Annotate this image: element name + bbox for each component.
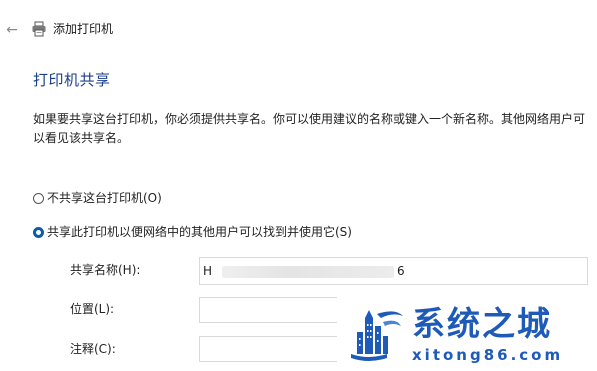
- watermark-title: 系统之城: [412, 304, 552, 343]
- radio-button[interactable]: [33, 192, 44, 204]
- location-input[interactable]: [199, 297, 337, 323]
- comment-label: 注释(C):: [70, 342, 116, 356]
- comment-input[interactable]: [199, 336, 337, 362]
- redacted-blur: [222, 266, 394, 278]
- add-printer-dialog: ← 添加打印机 打印机共享 如果要共享这台打印机，你必须提供共享名。你可以使用建…: [0, 0, 597, 371]
- page-heading: 打印机共享: [33, 71, 111, 89]
- share-name-value-end: 6: [397, 264, 405, 278]
- printer-icon: [32, 21, 46, 37]
- arrow-left-icon[interactable]: ←: [4, 22, 20, 38]
- radio-button-selected[interactable]: [33, 226, 44, 238]
- description-text: 如果要共享这台打印机，你必须提供共享名。你可以使用建议的名称或键入一个新名称。其…: [33, 112, 586, 145]
- radio-no-share[interactable]: 不共享这台打印机(O): [33, 190, 162, 206]
- window-title: 添加打印机: [53, 22, 114, 36]
- watermark-url: xitong86.com: [412, 346, 564, 364]
- share-name-input[interactable]: H 6: [199, 257, 588, 285]
- location-label: 位置(L):: [70, 302, 115, 316]
- radio-share-label: 共享此打印机以便网络中的其他用户可以找到并使用它(S): [47, 225, 352, 239]
- share-name-label: 共享名称(H):: [70, 263, 141, 277]
- radio-no-share-label: 不共享这台打印机(O): [47, 191, 162, 205]
- watermark: 系统之城 xitong86.com: [339, 300, 597, 371]
- city-logo-icon: [351, 310, 403, 361]
- radio-share[interactable]: 共享此打印机以便网络中的其他用户可以找到并使用它(S): [33, 224, 352, 240]
- share-name-value-start: H: [203, 264, 213, 278]
